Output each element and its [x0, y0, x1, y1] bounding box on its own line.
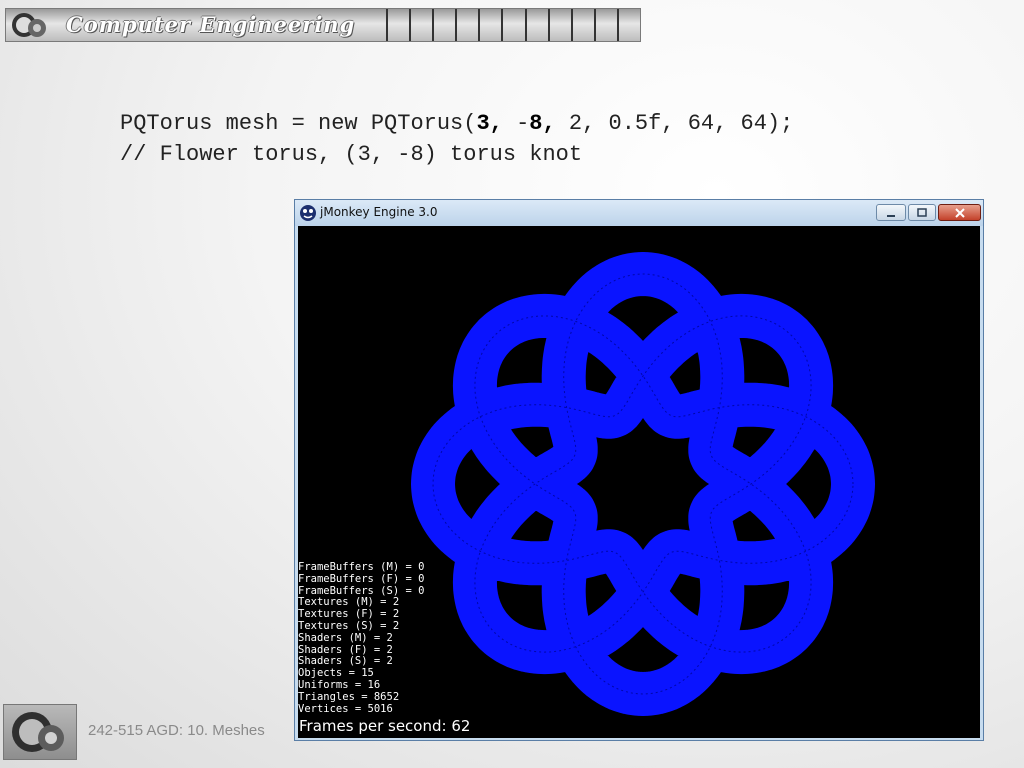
code-snippet: PQTorus mesh = new PQTorus(3, -8, 2, 0.5…: [120, 108, 793, 170]
minimize-button[interactable]: [876, 204, 906, 221]
gear-wheel-logo-icon: [12, 13, 46, 37]
gear-wheel-logo-icon: [12, 712, 64, 752]
footer-logo: [3, 704, 77, 760]
code-line1-suffix: 2, 0.5f, 64, 64);: [555, 111, 794, 136]
stats-overlay: FrameBuffers (M) = 0 FrameBuffers (F) = 0…: [298, 561, 425, 715]
stats-line: Uniforms = 16: [298, 678, 381, 691]
close-icon: [954, 208, 965, 218]
header-title: Computer Engineering: [66, 12, 356, 37]
header-banner: Computer Engineering: [5, 8, 641, 42]
code-line1-prefix: PQTorus mesh = new PQTorus(: [120, 111, 477, 136]
stats-line: Textures (S) = 2: [298, 619, 400, 632]
code-line1-sep: -: [502, 111, 530, 136]
render-canvas[interactable]: FrameBuffers (M) = 0 FrameBuffers (F) = 0…: [298, 226, 980, 738]
code-param-p: 3,: [476, 111, 503, 136]
stats-line: Vertices = 5016: [298, 702, 393, 715]
header-decoration: [386, 9, 640, 41]
close-button[interactable]: [938, 204, 981, 221]
maximize-icon: [917, 208, 927, 217]
torus-body: [411, 252, 875, 716]
stats-line: Shaders (M) = 2: [298, 631, 393, 644]
window-title: jMonkey Engine 3.0: [320, 205, 438, 219]
jmonkey-app-icon: [300, 205, 316, 221]
maximize-button[interactable]: [908, 204, 936, 221]
app-window[interactable]: jMonkey Engine 3.0 FrameBuffers (M) = 0F…: [294, 199, 984, 741]
footer-caption: 242-515 AGD: 10. Meshes: [88, 722, 265, 739]
window-titlebar[interactable]: jMonkey Engine 3.0: [295, 200, 983, 226]
stats-line: FrameBuffers (F) = 0: [298, 572, 425, 585]
code-comment: // Flower torus, (3, -8) torus knot: [120, 142, 583, 167]
stats-line: Triangles = 8652: [298, 690, 400, 703]
fps-counter: Frames per second: 62: [299, 717, 471, 735]
code-param-q: 8,: [529, 111, 556, 136]
minimize-icon: [887, 215, 895, 217]
